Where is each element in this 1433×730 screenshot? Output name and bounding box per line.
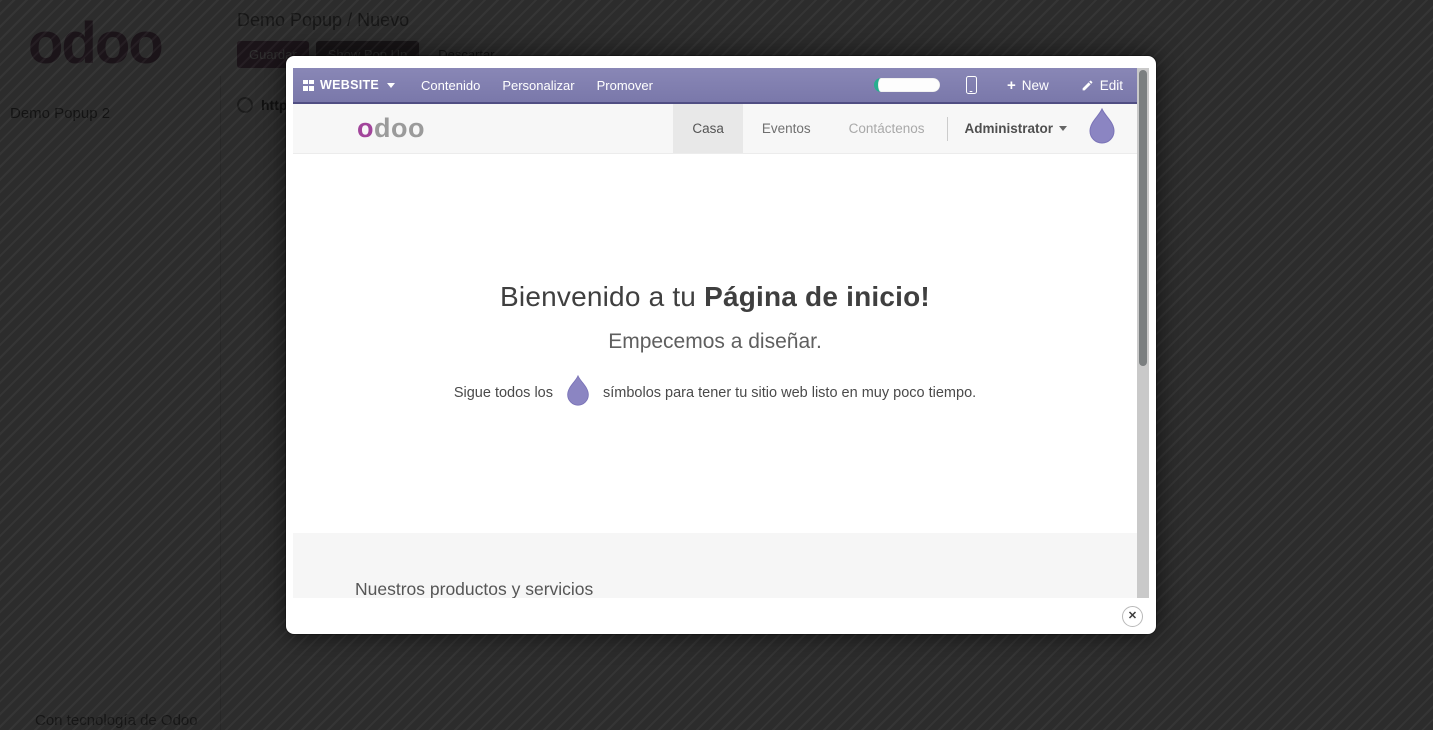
toolbar-menu-promover[interactable]: Promover: [597, 78, 653, 93]
hero-title-bold: Página de inicio!: [704, 281, 930, 312]
chevron-down-icon: [387, 83, 395, 88]
hint-before-text: Sigue todos los: [454, 385, 553, 401]
website-preview-frame: WEBSITE Contenido Personalizar Promover …: [293, 68, 1149, 598]
user-menu-label: Administrator: [964, 121, 1053, 136]
tutorial-droplet-icon[interactable]: [565, 375, 591, 410]
toolbar-menu-contenido[interactable]: Contenido: [421, 78, 480, 93]
edit-label: Edit: [1100, 78, 1123, 93]
website-logo[interactable]: odoo: [357, 113, 425, 144]
website-menu-button[interactable]: WEBSITE: [303, 78, 395, 92]
popup-preview-modal: WEBSITE Contenido Personalizar Promover …: [286, 56, 1156, 634]
new-page-button[interactable]: + New: [1007, 78, 1049, 93]
screen: odoo Demo Popup / Nuevo Guardar Show Pop…: [0, 0, 1433, 730]
chevron-down-icon: [1059, 126, 1067, 131]
website-logo-rest: doo: [374, 113, 425, 143]
new-label: New: [1022, 78, 1049, 93]
hero-title: Bienvenido a tu Página de inicio!: [293, 280, 1137, 314]
hint-after-text: símbolos para tener tu sitio web listo e…: [603, 385, 976, 401]
products-section: Nuestros productos y servicios: [293, 533, 1137, 598]
website-navbar: odoo Casa Eventos Contáctenos Administra…: [293, 104, 1137, 154]
website-logo-first: o: [357, 113, 374, 143]
toolbar-right-group: + New Edit: [874, 76, 1123, 94]
hero-subtitle: Empecemos a diseñar.: [293, 327, 1137, 357]
mobile-preview-icon[interactable]: [966, 76, 977, 94]
preview-scrollbar-thumb[interactable]: [1139, 70, 1147, 366]
nav-item-contactenos[interactable]: Contáctenos: [830, 104, 944, 153]
edit-button[interactable]: Edit: [1081, 78, 1123, 93]
nav-item-casa[interactable]: Casa: [673, 104, 743, 153]
hero-title-regular: Bienvenido a tu: [500, 281, 704, 312]
website-menu-label: WEBSITE: [320, 78, 379, 92]
navbar-divider: [947, 117, 948, 141]
website-preview-content: WEBSITE Contenido Personalizar Promover …: [293, 68, 1137, 598]
website-editor-toolbar: WEBSITE Contenido Personalizar Promover …: [293, 68, 1137, 104]
products-section-title: Nuestros productos y servicios: [355, 579, 1137, 598]
preview-scrollbar-track[interactable]: [1137, 68, 1149, 598]
homepage-hero: Bienvenido a tu Página de inicio! Empece…: [293, 154, 1137, 533]
close-modal-button[interactable]: ✕: [1122, 606, 1143, 627]
apps-grid-icon: [303, 80, 314, 91]
tutorial-droplet-icon[interactable]: [1087, 108, 1117, 149]
plus-icon: +: [1007, 78, 1016, 93]
toolbar-menu-personalizar[interactable]: Personalizar: [502, 78, 574, 93]
navbar-right-group: Casa Eventos Contáctenos Administrator: [673, 104, 1137, 153]
user-menu[interactable]: Administrator: [952, 104, 1079, 153]
nav-item-eventos[interactable]: Eventos: [743, 104, 830, 153]
toolbar-input[interactable]: [874, 78, 940, 92]
hero-hint: Sigue todos los símbolos para tener tu s…: [293, 375, 1137, 410]
edit-pencil-icon: [1081, 79, 1094, 92]
